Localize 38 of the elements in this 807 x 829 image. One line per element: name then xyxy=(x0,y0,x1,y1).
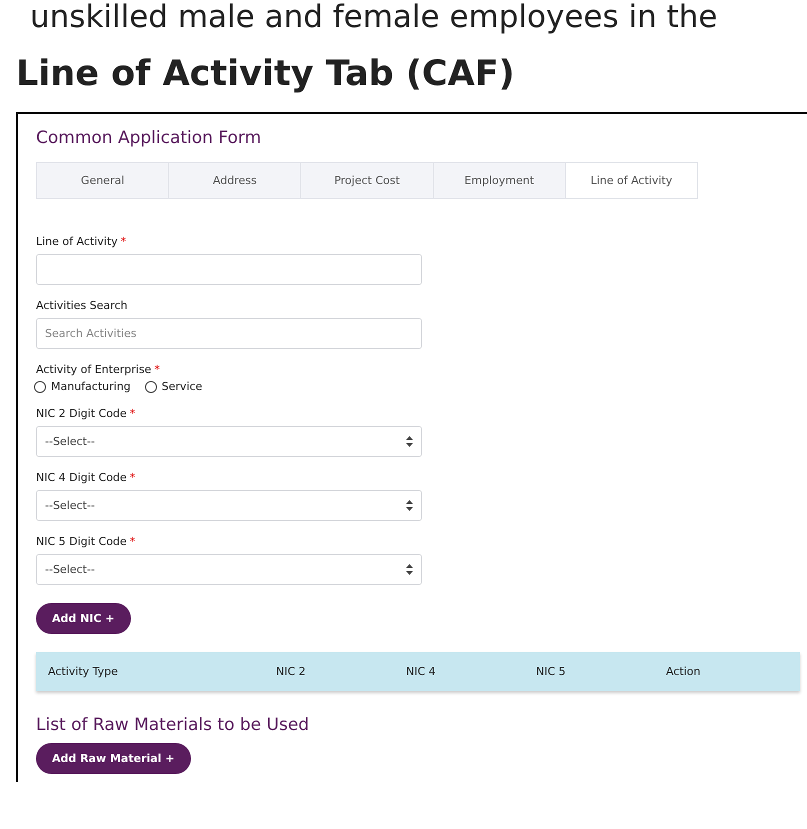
field-label: Activity of Enterprise xyxy=(36,363,152,376)
select-field[interactable]: --Select-- xyxy=(36,554,422,585)
column-header: NIC 2 xyxy=(276,665,307,678)
tab[interactable]: Employment xyxy=(434,163,566,198)
tab[interactable]: Address xyxy=(169,163,302,198)
required-mark: * xyxy=(154,363,160,376)
radio-button[interactable] xyxy=(34,380,46,392)
page-heading: Line of Activity Tab (CAF) xyxy=(16,53,516,96)
field-label: NIC 5 Digit Code xyxy=(36,535,127,548)
select-field[interactable]: --Select-- xyxy=(36,490,422,521)
caret-icon xyxy=(406,500,413,511)
field-label: Line of Activity xyxy=(36,235,118,248)
tab[interactable]: Project Cost xyxy=(301,163,434,198)
radio-label[interactable]: Service xyxy=(162,380,202,393)
radio-button[interactable] xyxy=(144,380,157,392)
field-label: NIC 2 Digit Code xyxy=(36,407,127,420)
add-nic-button[interactable]: Add NIC + xyxy=(36,603,131,634)
input-field[interactable] xyxy=(36,254,422,285)
section-title: List of Raw Materials to be Used xyxy=(36,715,310,735)
required-mark: * xyxy=(130,407,136,420)
column-header: Activity Type xyxy=(48,665,119,678)
radio-label[interactable]: Manufacturing xyxy=(51,380,131,393)
select-field[interactable]: --Select-- xyxy=(36,426,422,457)
caret-icon xyxy=(406,564,413,575)
add-raw-material-button[interactable]: Add Raw Material + xyxy=(36,743,190,774)
intro-text: unskilled male and female employees in the xyxy=(29,0,718,34)
required-mark: * xyxy=(130,471,136,484)
required-mark: * xyxy=(130,535,136,548)
field-label: Activities Search xyxy=(36,299,128,312)
column-header: NIC 5 xyxy=(536,665,567,678)
required-mark: * xyxy=(120,235,126,248)
form-title: Common Application Form xyxy=(36,128,262,148)
tab[interactable]: General xyxy=(37,163,170,198)
input-field[interactable]: Search Activities xyxy=(36,318,422,349)
column-header: NIC 4 xyxy=(406,665,437,678)
caret-icon xyxy=(406,436,413,447)
column-header: Action xyxy=(666,665,700,678)
field-label: NIC 4 Digit Code xyxy=(36,471,127,484)
